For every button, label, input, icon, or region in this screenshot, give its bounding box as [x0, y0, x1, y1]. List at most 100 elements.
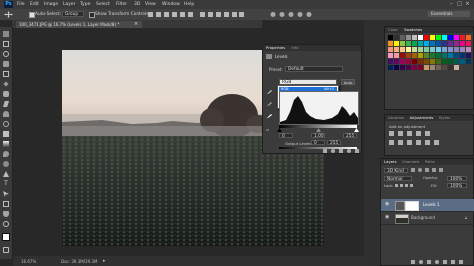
- document-tab[interactable]: 100_3471.JPG @ 16.7% (Levels 1, Layer Ma…: [16, 21, 142, 28]
- swatch[interactable]: [400, 53, 405, 58]
- minimize-icon[interactable]: –: [448, 1, 455, 7]
- color-tab[interactable]: Color: [385, 27, 398, 32]
- swatch[interactable]: [460, 35, 465, 40]
- swatch[interactable]: [424, 47, 429, 52]
- swatch[interactable]: [406, 35, 411, 40]
- clipping-warning-icon[interactable]: ⇔: [266, 127, 273, 132]
- swatch[interactable]: [466, 59, 471, 64]
- swatch[interactable]: [400, 35, 405, 40]
- swatch[interactable]: [436, 65, 441, 70]
- swatch[interactable]: [418, 59, 423, 64]
- swatch[interactable]: [448, 53, 453, 58]
- maximize-icon[interactable]: □: [456, 1, 463, 7]
- swatch[interactable]: [442, 59, 447, 64]
- foreground-color-swatch[interactable]: [2, 233, 10, 241]
- adjustments-tab[interactable]: Adjustments: [406, 115, 434, 120]
- swatch[interactable]: [388, 35, 393, 40]
- swatch[interactable]: [388, 59, 393, 64]
- swatch[interactable]: [418, 47, 423, 52]
- workspace-dropdown[interactable]: Essentials: [428, 11, 470, 17]
- menu-3d[interactable]: 3D: [134, 2, 140, 7]
- swatch[interactable]: [448, 65, 453, 70]
- swatch[interactable]: [430, 41, 435, 46]
- white-point-eyedropper-icon[interactable]: [267, 113, 272, 118]
- swatch[interactable]: [394, 65, 399, 70]
- swatch[interactable]: [454, 35, 459, 40]
- swatch[interactable]: [436, 47, 441, 52]
- swatch[interactable]: [388, 53, 393, 58]
- zoom-tool-icon[interactable]: [3, 221, 9, 227]
- menu-file[interactable]: File: [17, 2, 25, 7]
- swatch[interactable]: [454, 53, 459, 58]
- swatch[interactable]: [412, 41, 417, 46]
- swatch[interactable]: [394, 35, 399, 40]
- styles-tab[interactable]: Styles: [435, 115, 451, 120]
- brush-tool-icon[interactable]: [3, 101, 9, 107]
- preset-dropdown[interactable]: Default: [285, 66, 343, 72]
- swatch[interactable]: [424, 41, 429, 46]
- adjustment-icons[interactable]: [389, 131, 471, 147]
- swatch[interactable]: [406, 53, 411, 58]
- layer-filter-dropdown[interactable]: 3D Kind: [384, 168, 408, 174]
- swatch[interactable]: [454, 65, 459, 70]
- swatch[interactable]: [448, 41, 453, 46]
- properties-tab[interactable]: Properties: [263, 45, 285, 50]
- swatch[interactable]: [412, 59, 417, 64]
- 3d-mode-icons[interactable]: [270, 11, 330, 18]
- layer-filter-icons[interactable]: [411, 168, 451, 173]
- swatch[interactable]: [460, 53, 465, 58]
- input-black-field[interactable]: 0: [279, 133, 293, 139]
- swatch[interactable]: [394, 59, 399, 64]
- swatch[interactable]: [418, 65, 423, 70]
- swatch[interactable]: [430, 53, 435, 58]
- menu-type[interactable]: Type: [80, 2, 90, 7]
- move-tool-preset-icon[interactable]: [4, 11, 13, 18]
- healing-brush-tool-icon[interactable]: [3, 91, 9, 97]
- close-icon[interactable]: ×: [464, 1, 471, 7]
- swatch[interactable]: [442, 35, 447, 40]
- swatch[interactable]: [388, 47, 393, 52]
- swatch[interactable]: [454, 41, 459, 46]
- hand-tool-icon[interactable]: [3, 211, 9, 217]
- swatch[interactable]: [412, 35, 417, 40]
- swatch[interactable]: [400, 41, 405, 46]
- eyedropper-tool-icon[interactable]: [3, 81, 9, 87]
- opacity-field[interactable]: 100%: [447, 176, 467, 182]
- visibility-eye-icon[interactable]: ◉: [385, 202, 390, 207]
- eraser-tool-icon[interactable]: [3, 131, 9, 137]
- panel-footer-icons[interactable]: [323, 149, 361, 154]
- quick-mask-icon[interactable]: [3, 247, 9, 253]
- input-gray-slider[interactable]: [316, 128, 321, 132]
- paths-tab[interactable]: Paths: [421, 159, 435, 164]
- swatch[interactable]: [460, 59, 465, 64]
- menu-view[interactable]: View: [145, 2, 156, 7]
- pen-tool-icon[interactable]: [3, 171, 9, 177]
- move-tool-icon[interactable]: [3, 31, 9, 37]
- layer-name[interactable]: Background: [411, 212, 435, 224]
- menu-image[interactable]: Image: [44, 2, 58, 7]
- menu-layer[interactable]: Layer: [63, 2, 76, 7]
- swatch[interactable]: [436, 35, 441, 40]
- swatch[interactable]: [436, 41, 441, 46]
- crop-tool-icon[interactable]: [3, 71, 9, 77]
- input-gray-field[interactable]: 1.00: [311, 133, 325, 139]
- swatch[interactable]: [460, 47, 465, 52]
- auto-button[interactable]: Auto: [341, 79, 355, 85]
- swatch[interactable]: [466, 35, 471, 40]
- swatch[interactable]: [460, 41, 465, 46]
- swatches-tab[interactable]: Swatches: [399, 27, 422, 32]
- rectangle-tool-icon[interactable]: [3, 201, 9, 207]
- swatch[interactable]: [400, 59, 405, 64]
- swatch[interactable]: [466, 53, 471, 58]
- menu-select[interactable]: Select: [96, 2, 110, 7]
- layer-name[interactable]: Levels 1: [423, 199, 439, 211]
- lasso-tool-icon[interactable]: [3, 51, 9, 57]
- gray-point-eyedropper-icon[interactable]: [267, 101, 272, 106]
- swatch[interactable]: [406, 47, 411, 52]
- swatch[interactable]: [436, 53, 441, 58]
- swatch[interactable]: [448, 47, 453, 52]
- black-point-eyedropper-icon[interactable]: [267, 89, 272, 94]
- swatch[interactable]: [406, 41, 411, 46]
- swatch[interactable]: [424, 35, 429, 40]
- swatch[interactable]: [388, 41, 393, 46]
